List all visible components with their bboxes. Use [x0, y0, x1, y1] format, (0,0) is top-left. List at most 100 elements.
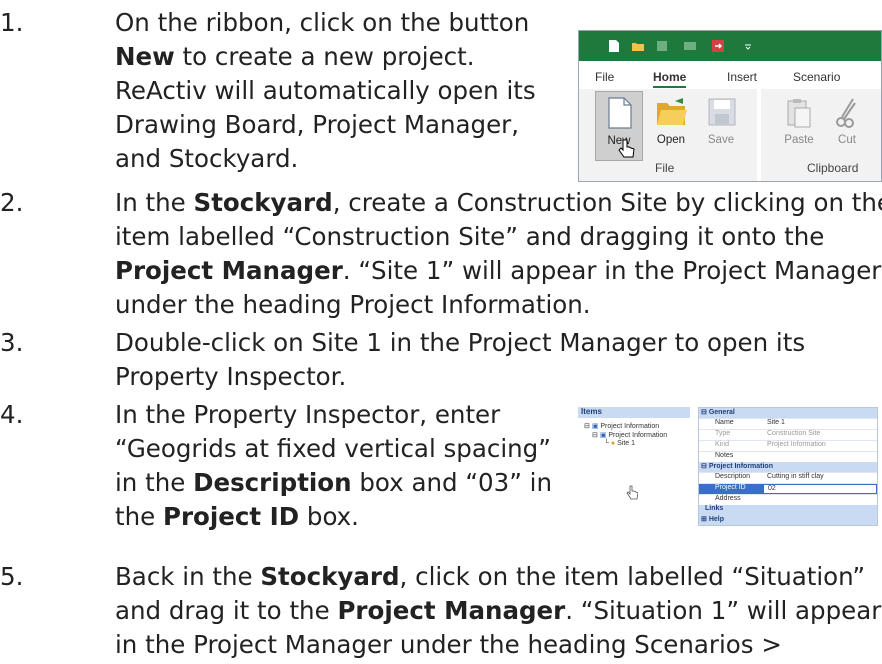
property-row[interactable]: Kind Project Information [699, 440, 877, 451]
step-line: item labelled “Construction Site” and dr… [115, 220, 882, 254]
bold-term: New [115, 42, 175, 71]
step-line: On the ribbon, click on the button [115, 6, 536, 40]
property-row[interactable]: Name Site 1 [699, 418, 877, 429]
description-row[interactable]: Description Cutting in stiff clay [699, 472, 877, 483]
step-line: In the Stockyard, create a Construction … [115, 186, 882, 220]
step-line: New to create a new project. [115, 40, 536, 74]
paste-button[interactable]: Paste [775, 91, 823, 161]
step-line: in the Description box and “03” in [115, 466, 552, 500]
step-line: ReActiv will automatically open its [115, 74, 536, 108]
tab-scenario[interactable]: Scenario [793, 70, 840, 84]
step-line: the Project ID box. [115, 500, 552, 534]
section-help[interactable]: ⊞ Help [699, 515, 877, 525]
customize-toolbar-icon[interactable] [741, 39, 755, 53]
step-number: 3. [0, 328, 24, 357]
section-links[interactable]: Links [699, 505, 877, 515]
tree-item-site[interactable]: └ ● Site 1 [584, 440, 667, 449]
exit-icon[interactable] [711, 39, 725, 53]
project-id-field[interactable]: 02 [763, 484, 877, 494]
bold-term: Description [193, 468, 352, 497]
text-run: box. [299, 502, 359, 531]
undo-icon[interactable] [683, 39, 697, 53]
quick-access-toolbar [579, 31, 881, 61]
text-run: . “Site 1” will appear in the Project Ma… [342, 256, 882, 285]
text-run: item labelled “Construction Site” and dr… [115, 222, 825, 251]
tab-home[interactable]: Home [653, 70, 687, 88]
cut-button[interactable]: Cut [823, 91, 871, 161]
save-disk-icon [708, 98, 736, 126]
project-tree: ⊟ ▣ Project Information ⊟ ▣ Project Info… [584, 422, 667, 449]
text-run: Double-click on Site 1 in the Project Ma… [115, 328, 806, 357]
file-group-label: File [655, 161, 675, 175]
text-run: In the [115, 188, 194, 217]
open-button-label: Open [656, 134, 686, 146]
step-line: Property Inspector. [115, 360, 805, 394]
open-folder-icon [657, 98, 687, 125]
scissors-icon [836, 98, 856, 128]
property-row[interactable]: Type Construction Site [699, 429, 877, 440]
project-id-row[interactable]: Project ID 02 [699, 483, 877, 494]
bold-term: Project Manager [115, 256, 343, 285]
step-text: In the Stockyard, create a Construction … [115, 186, 882, 322]
text-run: in the [115, 468, 194, 497]
save-button-label: Save [707, 134, 735, 146]
text-run: in the Project Manager under the heading… [115, 630, 782, 659]
text-run: . “Situation 1” will appear [565, 596, 882, 625]
tree-item[interactable]: ⊟ ▣ Project Information [584, 422, 667, 431]
new-document-icon[interactable] [607, 39, 621, 53]
step-text: Back in the Stockyard, click on the item… [115, 560, 881, 662]
ribbon-screenshot: File Home Insert Scenario New Open Save … [578, 30, 882, 182]
step-line: under the heading Project Information. [115, 288, 882, 322]
step-line: and drag it to the Project Manager. “Sit… [115, 594, 881, 628]
paste-icon [787, 99, 811, 128]
paste-button-label: Paste [784, 134, 814, 146]
step-line: and Stockyard. [115, 142, 536, 176]
text-run: ReActiv will automatically open its [115, 76, 536, 105]
text-run: , create a Construction Site by clicking… [332, 188, 882, 217]
cut-button-label: Cut [838, 134, 856, 146]
save-disk-icon[interactable] [655, 39, 669, 53]
save-button[interactable]: Save [697, 91, 745, 161]
step-text: In the Property Inspector, enter “Geogrid… [115, 398, 552, 534]
bold-term: Project ID [163, 502, 300, 531]
description-field[interactable]: Cutting in stiff clay [763, 473, 877, 483]
section-project-information[interactable]: ⊟ Project Information [699, 462, 877, 472]
text-run: and drag it to the [115, 596, 338, 625]
text-run: box and “03” in [351, 468, 553, 497]
step-line: in the Project Manager under the heading… [115, 628, 881, 662]
step-line: Back in the Stockyard, click on the item… [115, 560, 881, 594]
text-run: “Geogrids at fixed vertical spacing” [115, 434, 551, 463]
items-header: Items [578, 407, 690, 418]
new-document-icon [608, 97, 632, 129]
step-line: Drawing Board, Project Manager, [115, 108, 536, 142]
property-inspector-screenshot: Items ⊟ ▣ Project Information ⊟ ▣ Projec… [578, 405, 878, 556]
text-run: Drawing Board, Project Manager, [115, 110, 520, 139]
ribbon-tabs: File Home Insert Scenario [579, 61, 881, 89]
hand-cursor-icon [626, 485, 638, 500]
step-number: 5. [0, 562, 24, 591]
hand-cursor-icon [618, 139, 635, 158]
text-run: On the ribbon, click on the button [115, 8, 530, 37]
address-row[interactable]: Address [699, 494, 877, 505]
step-line: In the Property Inspector, enter [115, 398, 552, 432]
text-run: and Stockyard. [115, 144, 299, 173]
clipboard-group-label: Clipboard [807, 161, 859, 175]
section-general[interactable]: ⊟ General [699, 408, 877, 418]
property-row[interactable]: Notes [699, 451, 877, 462]
step-line: “Geogrids at fixed vertical spacing” [115, 432, 552, 466]
step-text: On the ribbon, click on the button New to… [115, 6, 536, 176]
open-folder-icon[interactable] [631, 39, 645, 53]
step-number: 2. [0, 188, 24, 217]
bold-term: Stockyard [193, 188, 333, 217]
step-line: Double-click on Site 1 in the Project Ma… [115, 326, 805, 360]
tree-item[interactable]: ⊟ ▣ Project Information [584, 431, 667, 440]
step-number: 4. [0, 400, 24, 429]
text-run: to create a new project. [174, 42, 475, 71]
open-button[interactable]: Open [647, 91, 695, 161]
tab-insert[interactable]: Insert [727, 70, 757, 84]
new-button[interactable]: New [595, 91, 643, 161]
text-run: the [115, 502, 163, 531]
text-run: , click on the item labelled “Situation” [399, 562, 866, 591]
tab-file[interactable]: File [595, 70, 614, 84]
text-run: Property Inspector. [115, 362, 347, 391]
